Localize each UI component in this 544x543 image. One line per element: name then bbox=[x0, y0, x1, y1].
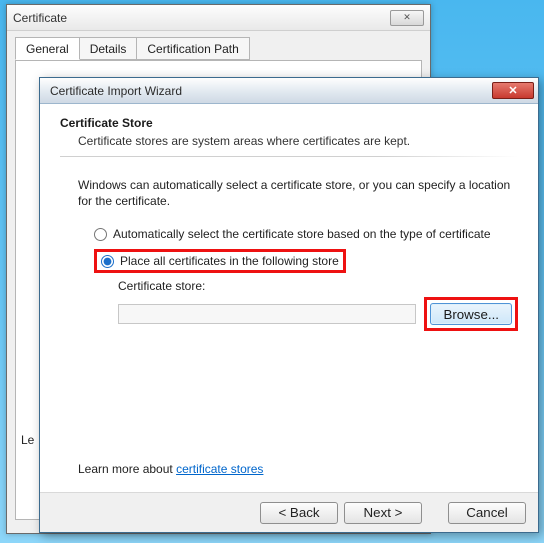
radio-place[interactable] bbox=[101, 255, 114, 268]
certificate-title: Certificate bbox=[13, 11, 67, 25]
wizard-body: Certificate Store Certificate stores are… bbox=[40, 104, 538, 492]
truncated-text: Le bbox=[21, 433, 34, 447]
learn-prefix: Learn more about bbox=[78, 462, 176, 476]
browse-highlight: Browse... bbox=[424, 297, 518, 331]
divider bbox=[60, 156, 518, 157]
import-wizard-window: Certificate Import Wizard ✕ Certificate … bbox=[39, 77, 539, 533]
store-label: Certificate store: bbox=[118, 279, 518, 293]
back-button[interactable]: < Back bbox=[260, 502, 338, 524]
certificate-tabs: General Details Certification Path bbox=[7, 31, 430, 60]
radio-place-label: Place all certificates in the following … bbox=[120, 254, 339, 268]
step-title: Certificate Store bbox=[60, 116, 518, 130]
cancel-button[interactable]: Cancel bbox=[448, 502, 526, 524]
tab-certification-path[interactable]: Certification Path bbox=[136, 37, 249, 60]
next-button[interactable]: Next > bbox=[344, 502, 422, 524]
wizard-footer: < Back Next > Cancel bbox=[40, 492, 538, 532]
close-icon: ✕ bbox=[508, 84, 517, 97]
tab-general[interactable]: General bbox=[15, 37, 80, 60]
radio-place-row[interactable]: Place all certificates in the following … bbox=[94, 249, 518, 273]
store-input[interactable] bbox=[118, 304, 416, 324]
close-button-back[interactable]: ✕ bbox=[390, 10, 424, 26]
close-icon: ✕ bbox=[403, 12, 411, 23]
description-text: Windows can automatically select a certi… bbox=[78, 177, 518, 209]
wizard-titlebar: Certificate Import Wizard ✕ bbox=[40, 78, 538, 104]
certificate-titlebar: Certificate ✕ bbox=[7, 5, 430, 31]
learn-link[interactable]: certificate stores bbox=[176, 462, 263, 476]
tab-details[interactable]: Details bbox=[79, 37, 138, 60]
radio-auto[interactable] bbox=[94, 228, 107, 241]
radio-auto-label: Automatically select the certificate sto… bbox=[113, 227, 491, 241]
learn-more: Learn more about certificate stores bbox=[78, 462, 263, 476]
store-block: Certificate store: Browse... bbox=[118, 279, 518, 331]
close-button-wizard[interactable]: ✕ bbox=[492, 82, 534, 99]
wizard-title: Certificate Import Wizard bbox=[50, 84, 182, 98]
step-subtitle: Certificate stores are system areas wher… bbox=[78, 134, 518, 148]
radio-auto-row[interactable]: Automatically select the certificate sto… bbox=[94, 225, 518, 243]
browse-button[interactable]: Browse... bbox=[430, 303, 512, 325]
